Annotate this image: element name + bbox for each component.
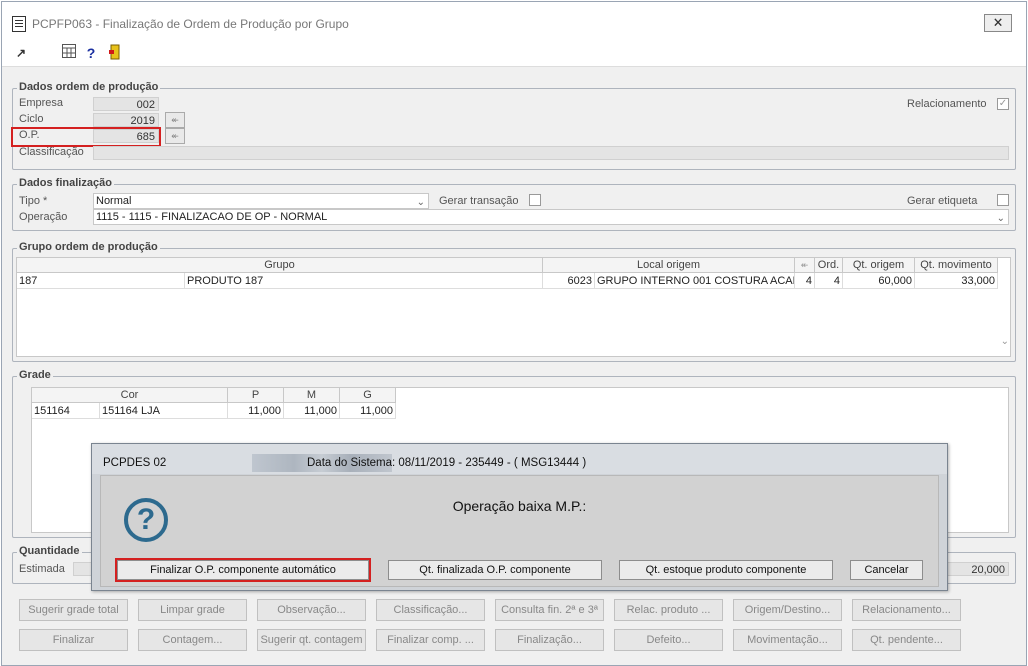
- qt-movimento-cell: 33,000: [915, 273, 998, 289]
- cancelar-button[interactable]: Cancelar: [850, 560, 923, 580]
- sugerir-grade-total-button[interactable]: Sugerir grade total: [19, 599, 128, 621]
- estimada-label: Estimada: [19, 563, 65, 575]
- relacionamento-label: Relacionamento: [907, 98, 987, 110]
- finalizar-highlight-box: [115, 558, 371, 582]
- dialog-title-bar: PCPDES 02 Data do Sistema: 08/11/2019 - …: [92, 444, 947, 474]
- gerar-transacao-checkbox[interactable]: [529, 194, 541, 206]
- confirm-dialog: PCPDES 02 Data do Sistema: 08/11/2019 - …: [91, 443, 948, 591]
- grade-legend: Grade: [17, 369, 53, 381]
- classificacao-button[interactable]: Classificação...: [376, 599, 485, 621]
- empresa-label: Empresa: [19, 97, 64, 109]
- close-button[interactable]: 🗙: [984, 14, 1012, 32]
- col-a-cell: 4: [795, 273, 815, 289]
- chevron-down-icon: ⌄: [996, 213, 1005, 224]
- gerar-transacao-label: Gerar transação: [439, 195, 519, 207]
- qt-movimento-header[interactable]: Qt. movimento: [915, 258, 998, 273]
- operacao-select[interactable]: 1115 - 1115 - FINALIZACAO DE OP - NORMAL…: [93, 209, 1009, 225]
- grupo-ordem-group: Grupo ordem de produção Grupo Local orig…: [12, 241, 1016, 362]
- gerar-etiqueta-label: Gerar etiqueta: [907, 195, 978, 207]
- consulta-fin-button[interactable]: Consulta fin. 2ª e 3ª: [495, 599, 604, 621]
- local-desc-cell: GRUPO INTERNO 001 COSTURA ACABAM: [595, 273, 795, 289]
- operacao-value: 1115 - 1115 - FINALIZACAO DE OP - NORMAL: [96, 211, 328, 223]
- qt-origem-header[interactable]: Qt. origem: [843, 258, 915, 273]
- quantidade-legend: Quantidade: [17, 545, 82, 557]
- calculator-icon[interactable]: [60, 44, 78, 62]
- relacionamento-checkbox[interactable]: ✓: [997, 98, 1009, 110]
- qt-origem-cell: 60,000: [843, 273, 915, 289]
- grupo-desc-cell: PRODUTO 187: [185, 273, 543, 289]
- chevron-down-icon[interactable]: ⌄: [1001, 336, 1009, 347]
- ciclo-label: Ciclo: [19, 113, 44, 125]
- gerar-etiqueta-checkbox[interactable]: [997, 194, 1009, 206]
- grupo-header[interactable]: Grupo: [17, 258, 543, 273]
- defeito-button[interactable]: Defeito...: [614, 629, 723, 651]
- p-header[interactable]: P: [228, 388, 284, 403]
- help-icon[interactable]: ?: [82, 44, 100, 62]
- dialog-title-prefix: PCPDES 02: [103, 457, 167, 469]
- ord-cell: 4: [815, 273, 843, 289]
- grupo-ordem-legend: Grupo ordem de produção: [17, 241, 160, 253]
- tipo-select[interactable]: Normal ⌄: [93, 193, 429, 209]
- relac-produto-button[interactable]: Relac. produto ...: [614, 599, 723, 621]
- finalizacao-button[interactable]: Finalização...: [495, 629, 604, 651]
- dados-ordem-group: Dados ordem de produção Empresa 002 Cicl…: [11, 81, 1016, 170]
- observacao-button[interactable]: Observação...: [257, 599, 366, 621]
- grupo-table[interactable]: Grupo Local origem ↞ Ord. Qt. origem Qt.…: [16, 257, 1011, 357]
- document-icon: [12, 16, 26, 32]
- dialog-title-suffix: Data do Sistema: 08/11/2019 - 235449 - (…: [307, 457, 587, 469]
- toolbar: ↗ ?: [2, 40, 1026, 67]
- ciclo-field[interactable]: 2019: [93, 113, 159, 127]
- op-lookup-button[interactable]: ↞: [165, 128, 185, 144]
- ord-header[interactable]: Ord.: [815, 258, 843, 273]
- qt-estoque-button[interactable]: Qt. estoque produto componente: [619, 560, 833, 580]
- window-title: PCPFP063 - Finalização de Ordem de Produ…: [32, 17, 349, 31]
- classificacao-label: Classificação: [19, 146, 84, 158]
- export-icon[interactable]: ↗: [12, 44, 30, 62]
- local-code-cell: 6023: [543, 273, 595, 289]
- origem-destino-button[interactable]: Origem/Destino...: [733, 599, 842, 621]
- local-origem-header[interactable]: Local origem: [543, 258, 795, 273]
- exit-icon[interactable]: [106, 44, 124, 62]
- classificacao-field[interactable]: [93, 146, 1009, 160]
- cor-desc-cell: 151164 LJA: [100, 403, 228, 419]
- p-cell: 11,000: [228, 403, 284, 419]
- ciclo-lookup-button[interactable]: ↞: [165, 112, 185, 128]
- g-cell: 11,000: [340, 403, 396, 419]
- cor-code-cell: 151164: [32, 403, 100, 419]
- movimentacao-button[interactable]: Movimentação...: [733, 629, 842, 651]
- m-header[interactable]: M: [284, 388, 340, 403]
- limpar-grade-button[interactable]: Limpar grade: [138, 599, 247, 621]
- grupo-code-cell: 187: [17, 273, 185, 289]
- quantidade-total-field[interactable]: 20,000: [943, 562, 1009, 576]
- title-bar: PCPFP063 - Finalização de Ordem de Produ…: [2, 2, 1026, 40]
- dados-finalizacao-legend: Dados finalização: [17, 177, 114, 189]
- qt-finalizada-button[interactable]: Qt. finalizada O.P. componente: [388, 560, 602, 580]
- finalizar-comp-button[interactable]: Finalizar comp. ...: [376, 629, 485, 651]
- contagem-button[interactable]: Contagem...: [138, 629, 247, 651]
- lookup-header-icon[interactable]: ↞: [795, 258, 815, 273]
- sugerir-qt-contagem-button[interactable]: Sugerir qt. contagem: [257, 629, 366, 651]
- operacao-label: Operação: [19, 211, 68, 223]
- dados-ordem-legend: Dados ordem de produção: [17, 81, 161, 93]
- tipo-label: Tipo *: [19, 195, 48, 207]
- m-cell: 11,000: [284, 403, 340, 419]
- tipo-value: Normal: [96, 195, 132, 207]
- relacionamento-button[interactable]: Relacionamento...: [852, 599, 961, 621]
- chevron-down-icon: ⌄: [416, 197, 425, 208]
- dados-finalizacao-group: Dados finalização Tipo * Normal ⌄ Gerar …: [12, 177, 1016, 231]
- dialog-message: Operação baixa M.P.:: [452, 498, 587, 514]
- g-header[interactable]: G: [340, 388, 396, 403]
- cor-header[interactable]: Cor: [32, 388, 228, 403]
- op-highlight-box: [11, 127, 161, 147]
- empresa-field[interactable]: 002: [93, 97, 159, 111]
- finalizar-button[interactable]: Finalizar: [19, 629, 128, 651]
- qt-pendente-button[interactable]: Qt. pendente...: [852, 629, 961, 651]
